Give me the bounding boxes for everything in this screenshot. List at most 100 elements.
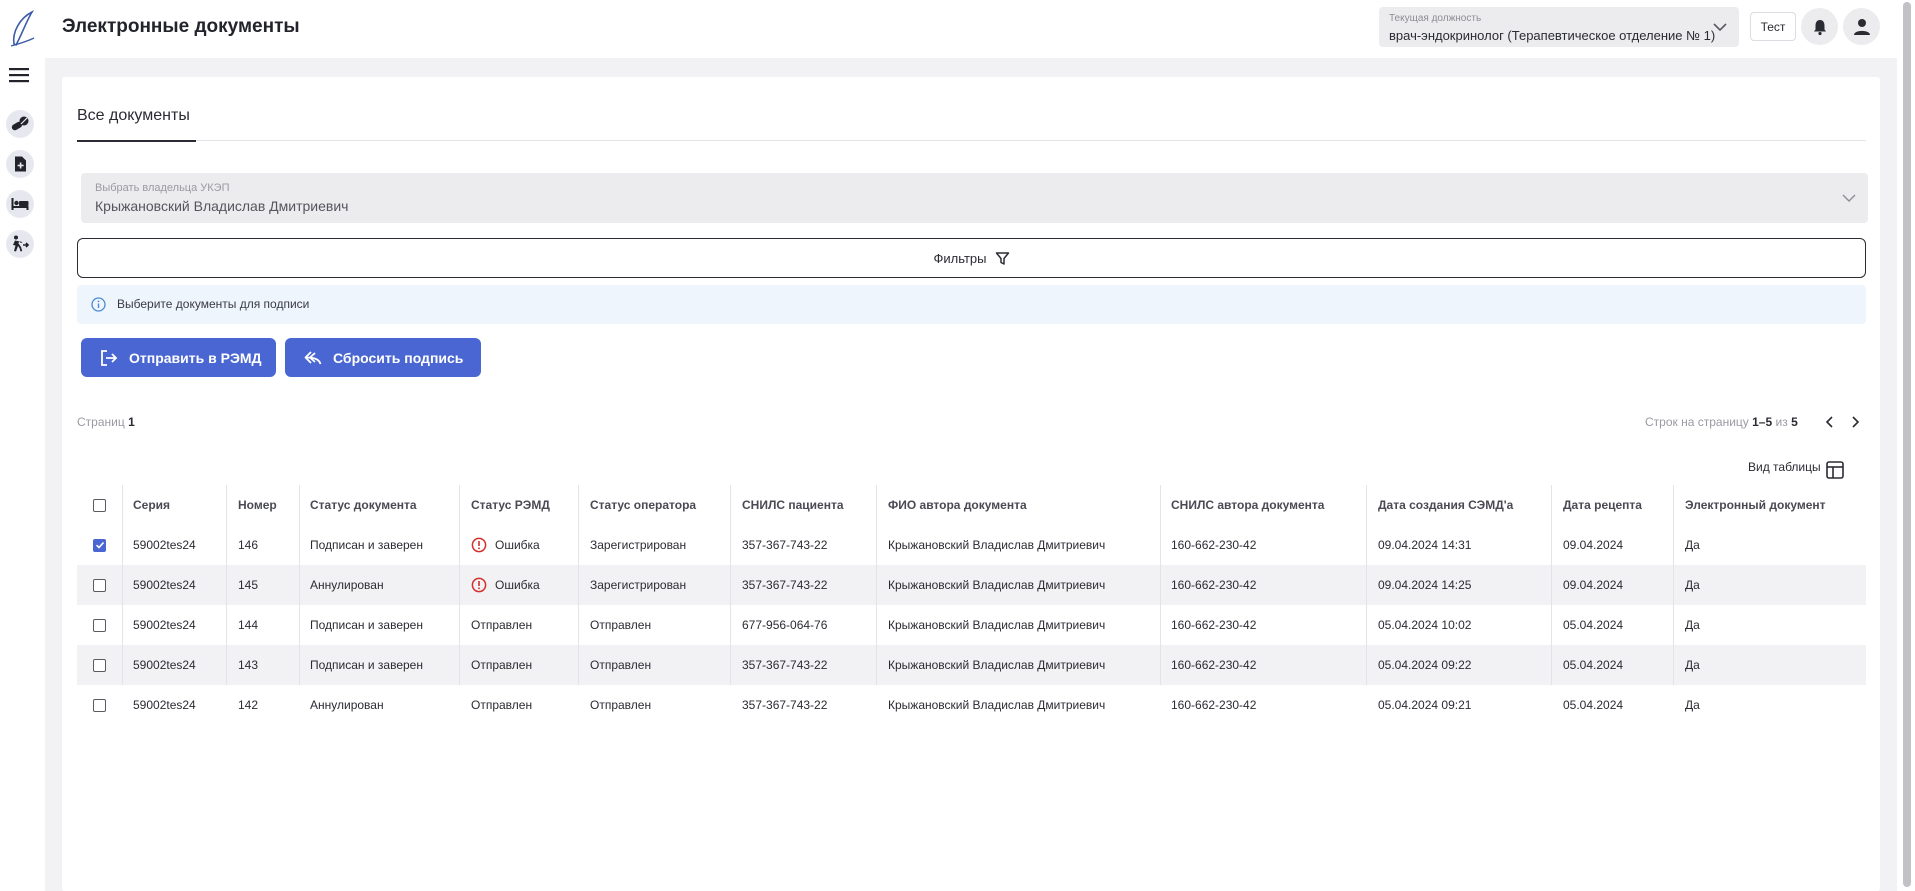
operator-status-cell: Отправлен: [590, 645, 651, 685]
table-row[interactable]: 59002tes24 144 Подписан и заверен Отправлен…: [77, 605, 1866, 645]
column-divider: [578, 485, 579, 685]
table-view-label[interactable]: Вид таблицы: [1748, 460, 1821, 474]
electronic-text: Да: [1685, 658, 1700, 672]
row-checkbox[interactable]: [93, 618, 106, 632]
operator-status-text: Отправлен: [590, 618, 652, 632]
table-row[interactable]: 59002tes24 146 Подписан и заверен Ошибка Зар…: [77, 525, 1866, 565]
created-cell: 05.04.2024 10:02: [1378, 605, 1471, 645]
column-header-operator-status[interactable]: Статус оператора: [590, 485, 696, 525]
page-title: Электронные документы: [62, 16, 300, 37]
row-checkbox-cell: [93, 525, 106, 565]
series-text: 59002tes24: [133, 658, 196, 672]
recipe-date-cell: 05.04.2024: [1563, 645, 1623, 685]
tabs-divider: [77, 140, 1866, 141]
test-button[interactable]: Тест: [1750, 12, 1796, 41]
column-header-author-snils[interactable]: СНИЛС автора документа: [1171, 485, 1324, 525]
number-cell: 143: [238, 645, 258, 685]
bed-icon: [11, 198, 29, 210]
electronic-cell: Да: [1685, 605, 1700, 645]
number-cell: 142: [238, 685, 258, 725]
table-row[interactable]: 59002tes24 142 Аннулирован Отправлен Отправл…: [77, 685, 1866, 725]
owner-select-value: Крыжановский Владислав Дмитриевич: [95, 198, 349, 214]
operator-status-text: Отправлен: [590, 698, 652, 712]
sidebar-item-medications[interactable]: [6, 110, 34, 138]
send-to-remd-button[interactable]: Отправить в РЭМД: [81, 338, 276, 377]
row-checkbox[interactable]: [93, 538, 106, 552]
recipe-date-text: 09.04.2024: [1563, 578, 1624, 592]
table-header-row: Серия Номер Статус документа Статус РЭМД…: [77, 485, 1866, 525]
operator-status-cell: Зарегистрирован: [590, 525, 686, 565]
row-checkbox[interactable]: [93, 658, 106, 672]
column-header-doc-status[interactable]: Статус документа: [310, 485, 417, 525]
pages-label: Страниц: [77, 415, 125, 429]
sidebar-item-hospital[interactable]: [6, 190, 34, 218]
pages-value: 1: [128, 415, 135, 429]
column-header-series[interactable]: Серия: [133, 485, 170, 525]
column-header-electronic[interactable]: Электронный документ: [1685, 485, 1826, 525]
remd-status-text: Отправлен: [471, 698, 533, 712]
author-cell: Крыжановский Владислав Дмитриевич: [888, 685, 1105, 725]
patient-snils-text: 357-367-743-22: [742, 578, 828, 592]
logout-arrow-icon: [101, 349, 118, 366]
row-checkbox-cell: [93, 565, 106, 605]
sidebar-item-documents[interactable]: [6, 150, 34, 178]
operator-status-text: Зарегистрирован: [590, 538, 687, 552]
filters-button[interactable]: Фильтры: [77, 238, 1866, 278]
doc-status-cell: Аннулирован: [310, 685, 384, 725]
row-checkbox-cell: [93, 605, 106, 645]
table-row[interactable]: 59002tes24 143 Подписан и заверен Отправлен…: [77, 645, 1866, 685]
owner-select[interactable]: Выбрать владельца УКЭП Крыжановский Влад…: [81, 173, 1868, 223]
bell-icon: [1813, 19, 1826, 35]
author-text: Крыжановский Владислав Дмитриевич: [888, 538, 1106, 552]
patient-snils-text: 677-956-064-76: [742, 618, 828, 632]
tab-all-documents[interactable]: Все документы: [77, 107, 190, 125]
info-text: Выберите документы для подписи: [117, 297, 310, 311]
user-profile-button[interactable]: [1843, 8, 1880, 45]
number-text: 143: [238, 658, 259, 672]
series-text: 59002tes24: [133, 698, 196, 712]
chevron-right-icon[interactable]: [1847, 414, 1863, 430]
electronic-cell: Да: [1685, 525, 1700, 565]
scrollbar-thumb[interactable]: [1903, 2, 1911, 887]
sidebar-item-discharge[interactable]: [6, 230, 34, 258]
created-cell: 05.04.2024 09:21: [1378, 685, 1471, 725]
hamburger-menu-icon[interactable]: [7, 63, 31, 87]
column-divider: [1673, 485, 1674, 685]
created-cell: 09.04.2024 14:31: [1378, 525, 1471, 565]
remd-status-cell: Ошибка: [471, 525, 540, 565]
author-text: Крыжановский Владислав Дмитриевич: [888, 698, 1106, 712]
column-header-created[interactable]: Дата создания СЭМД'а: [1378, 485, 1513, 525]
column-header-recipe-date[interactable]: Дата рецепта: [1563, 485, 1642, 525]
table-row[interactable]: 59002tes24 145 Аннулирован Ошибка Зарегистри…: [77, 565, 1866, 605]
row-checkbox[interactable]: [93, 578, 106, 592]
electronic-text: Да: [1685, 618, 1700, 632]
send-to-remd-label: Отправить в РЭМД: [129, 349, 262, 366]
patient-snils-cell: 357-367-743-22: [742, 565, 827, 605]
doc-status-text: Аннулирован: [310, 578, 384, 592]
row-checkbox[interactable]: [93, 698, 106, 712]
chevron-left-icon[interactable]: [1822, 414, 1838, 430]
rows-range: 1–5: [1752, 415, 1773, 429]
position-select[interactable]: Текущая должность врач-эндокринолог (Тер…: [1379, 7, 1739, 47]
reset-signature-button[interactable]: Сбросить подпись: [285, 338, 481, 377]
patient-snils-text: 357-367-743-22: [742, 658, 828, 672]
column-header-remd-status[interactable]: Статус РЭМД: [471, 485, 550, 525]
remd-status-text: Ошибка: [495, 538, 540, 552]
recipe-date-cell: 09.04.2024: [1563, 525, 1623, 565]
select-all-checkbox[interactable]: [93, 498, 106, 512]
remd-status-cell: Отправлен: [471, 605, 532, 645]
electronic-text: Да: [1685, 578, 1700, 592]
column-divider: [1551, 485, 1552, 685]
row-checkbox-cell: [93, 645, 106, 685]
column-header-patient-snils[interactable]: СНИЛС пациента: [742, 485, 844, 525]
operator-status-cell: Зарегистрирован: [590, 565, 686, 605]
document-plus-icon: [15, 156, 26, 172]
checkmark-icon: [95, 541, 104, 549]
app-logo-icon[interactable]: [8, 8, 36, 48]
recipe-date-text: 05.04.2024: [1563, 698, 1624, 712]
column-header-author[interactable]: ФИО автора документа: [888, 485, 1027, 525]
author-snils-text: 160-662-230-42: [1171, 658, 1257, 672]
column-header-number[interactable]: Номер: [238, 485, 277, 525]
notifications-button[interactable]: [1801, 8, 1838, 45]
table-layout-icon[interactable]: [1825, 460, 1845, 480]
